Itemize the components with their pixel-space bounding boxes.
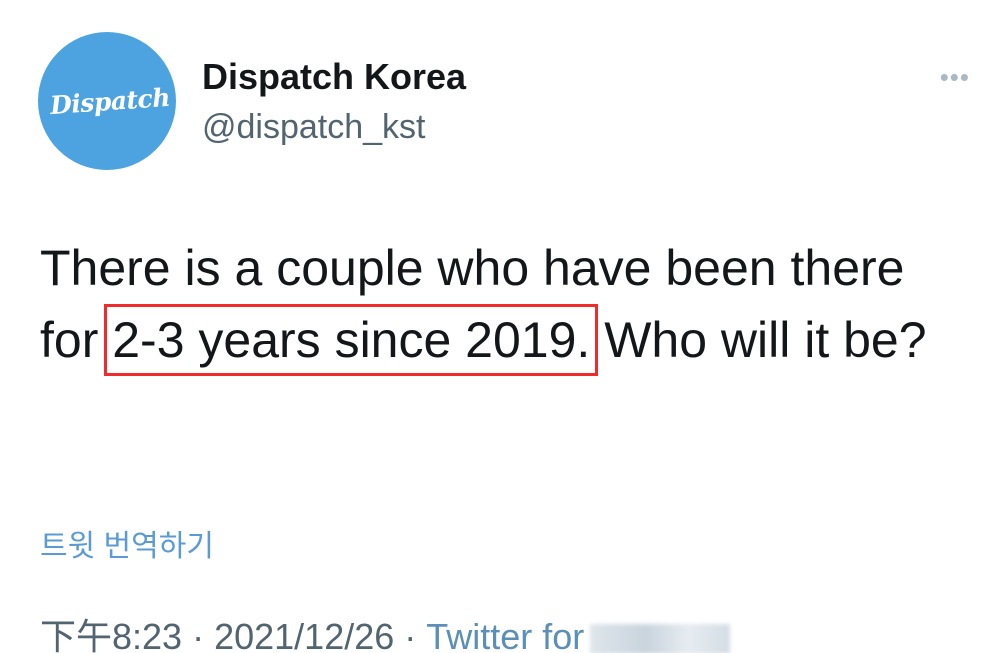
meta-separator: · (394, 616, 427, 653)
tweet-metadata: 下午8:23 · 2021/12/26 · Twitter for (40, 608, 731, 653)
more-options-icon[interactable]: ••• (940, 62, 970, 93)
tweet-text-after: Who will it be? (590, 312, 927, 368)
avatar[interactable]: Dispatch (38, 32, 176, 170)
tweet-text: There is a couple who have been there fo… (40, 232, 970, 376)
display-name[interactable]: Dispatch Korea (202, 56, 466, 98)
tweet-time[interactable]: 下午8:23 (40, 616, 182, 653)
dispatch-logo: Dispatch (49, 82, 171, 120)
meta-separator: · (182, 616, 215, 653)
translate-tweet-link[interactable]: 트윗 번역하기 (40, 521, 214, 565)
tweet-card: Dispatch Dispatch Korea @dispatch_kst ••… (0, 0, 1000, 653)
highlighted-text: 2-3 years since 2019. (104, 304, 599, 376)
tweet-date[interactable]: 2021/12/26 (214, 616, 394, 653)
blurred-region (590, 624, 731, 653)
user-handle[interactable]: @dispatch_kst (202, 108, 426, 147)
tweet-source[interactable]: Twitter for (426, 616, 584, 653)
